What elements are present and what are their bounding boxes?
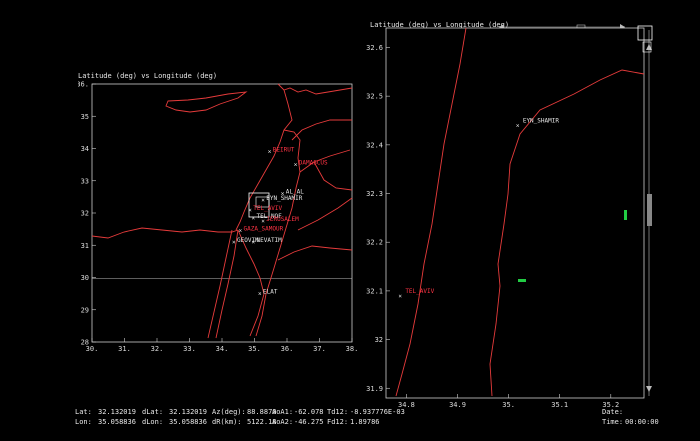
y-tick-label: 32.3: [366, 190, 383, 198]
y-tick-label: 32.4: [366, 141, 383, 149]
site-label: BEIRUT: [273, 147, 295, 154]
y-tick-label: 31: [81, 242, 89, 250]
site-label: GAZA_SAMOUR: [244, 226, 284, 233]
time-value: 00:00:00: [625, 418, 659, 426]
site-marker[interactable]: ×: [252, 215, 256, 222]
aoa2-label: AoA2:: [272, 418, 294, 426]
left-plot-title: Latitude (deg) vs Longitude (deg): [78, 72, 218, 80]
site-label: EYN_SHAMIR: [523, 117, 560, 124]
az-label: Az(deg):: [212, 408, 246, 416]
x-tick-label: 33.: [183, 345, 196, 353]
td12-value: -8.937776E-03: [350, 408, 405, 416]
aoa2-value: -46.275: [294, 418, 324, 426]
y-tick-label: 30: [81, 274, 89, 282]
date-label: Date:: [602, 408, 624, 416]
site-marker[interactable]: ×: [239, 228, 243, 235]
td12-label: Td12:: [327, 408, 349, 416]
site-label: EYN_SHAMIR: [266, 195, 303, 202]
y-tick-label: 32.6: [366, 44, 383, 52]
site-marker[interactable]: ×: [232, 239, 236, 246]
x-tick-label: 31.: [118, 345, 131, 353]
y-tick-label: 33: [81, 177, 89, 185]
y-tick-label: 31.9: [366, 385, 383, 393]
time-label: Time:: [602, 418, 624, 426]
site-marker[interactable]: ×: [516, 122, 520, 129]
y-tick-label: 34: [81, 145, 89, 153]
lon-value: 35.058836: [98, 418, 136, 426]
lat-label: Lat:: [75, 408, 92, 416]
site-label: ELAT: [263, 289, 278, 296]
dlat-label: dLat:: [142, 408, 164, 416]
x-tick-label: 32.: [151, 345, 164, 353]
y-tick-label: 28: [81, 339, 89, 347]
y-tick-label: 36.: [78, 81, 89, 89]
fd12-label: Fd12:: [327, 418, 349, 426]
site-marker[interactable]: ×: [294, 162, 298, 169]
site-label: DAMASCUS: [299, 160, 328, 167]
signal-marker[interactable]: [624, 210, 627, 220]
y-tick-label: 35: [81, 113, 89, 121]
site-marker[interactable]: ×: [252, 239, 256, 246]
site-label: NEVATIM: [257, 237, 283, 244]
y-tick-label: 29: [81, 306, 89, 314]
y-tick-label: 32: [81, 210, 89, 218]
y-tick-label: 32.5: [366, 93, 383, 101]
x-tick-label: 35.: [248, 345, 261, 353]
site-marker[interactable]: ×: [258, 291, 262, 298]
status-bar: Lat: 32.132019 dLat: 32.132019 Az(deg): …: [75, 408, 695, 438]
signal-marker[interactable]: [518, 279, 526, 282]
site-marker[interactable]: ×: [398, 293, 402, 300]
scroll-down-icon[interactable]: [646, 386, 652, 392]
scrollbar-vertical-thumb[interactable]: [647, 194, 652, 226]
site-marker[interactable]: ×: [248, 207, 252, 214]
site-label: TEL_AVIV: [405, 288, 434, 295]
dlon-value: 35.058836: [169, 418, 207, 426]
dlon-label: dLon:: [142, 418, 164, 426]
x-tick-label: 38.: [346, 345, 359, 353]
x-tick-label: 34.: [216, 345, 229, 353]
x-tick-label: 36.: [281, 345, 294, 353]
aoa1-label: AoA1:: [272, 408, 294, 416]
y-tick-label: 32.2: [366, 239, 383, 247]
site-label: JERUSALEM: [266, 216, 299, 223]
lon-label: Lon:: [75, 418, 92, 426]
dr-label: dR(km):: [212, 418, 242, 426]
site-marker[interactable]: ×: [261, 218, 265, 225]
y-tick-label: 32: [375, 336, 383, 344]
y-tick-label: 32.1: [366, 287, 383, 295]
site-marker[interactable]: ×: [268, 149, 272, 156]
fd12-value: 1.89786: [350, 418, 380, 426]
left-map-plot[interactable]: 30. 31. 32. 33. 34. 35. 36. 37. 38.36.3534333231…: [78, 80, 363, 355]
dlat-value: 32.132019: [169, 408, 207, 416]
right-map-plot[interactable]: 34.8 34.9 35. 35.1 35.232.632.532.432.332.23…: [360, 24, 660, 414]
lat-value: 32.132019: [98, 408, 136, 416]
aoa1-value: -62.078: [294, 408, 324, 416]
site-label: TEL_AVIV: [253, 205, 282, 212]
site-marker[interactable]: ×: [261, 197, 265, 204]
x-tick-label: 37.: [313, 345, 326, 353]
